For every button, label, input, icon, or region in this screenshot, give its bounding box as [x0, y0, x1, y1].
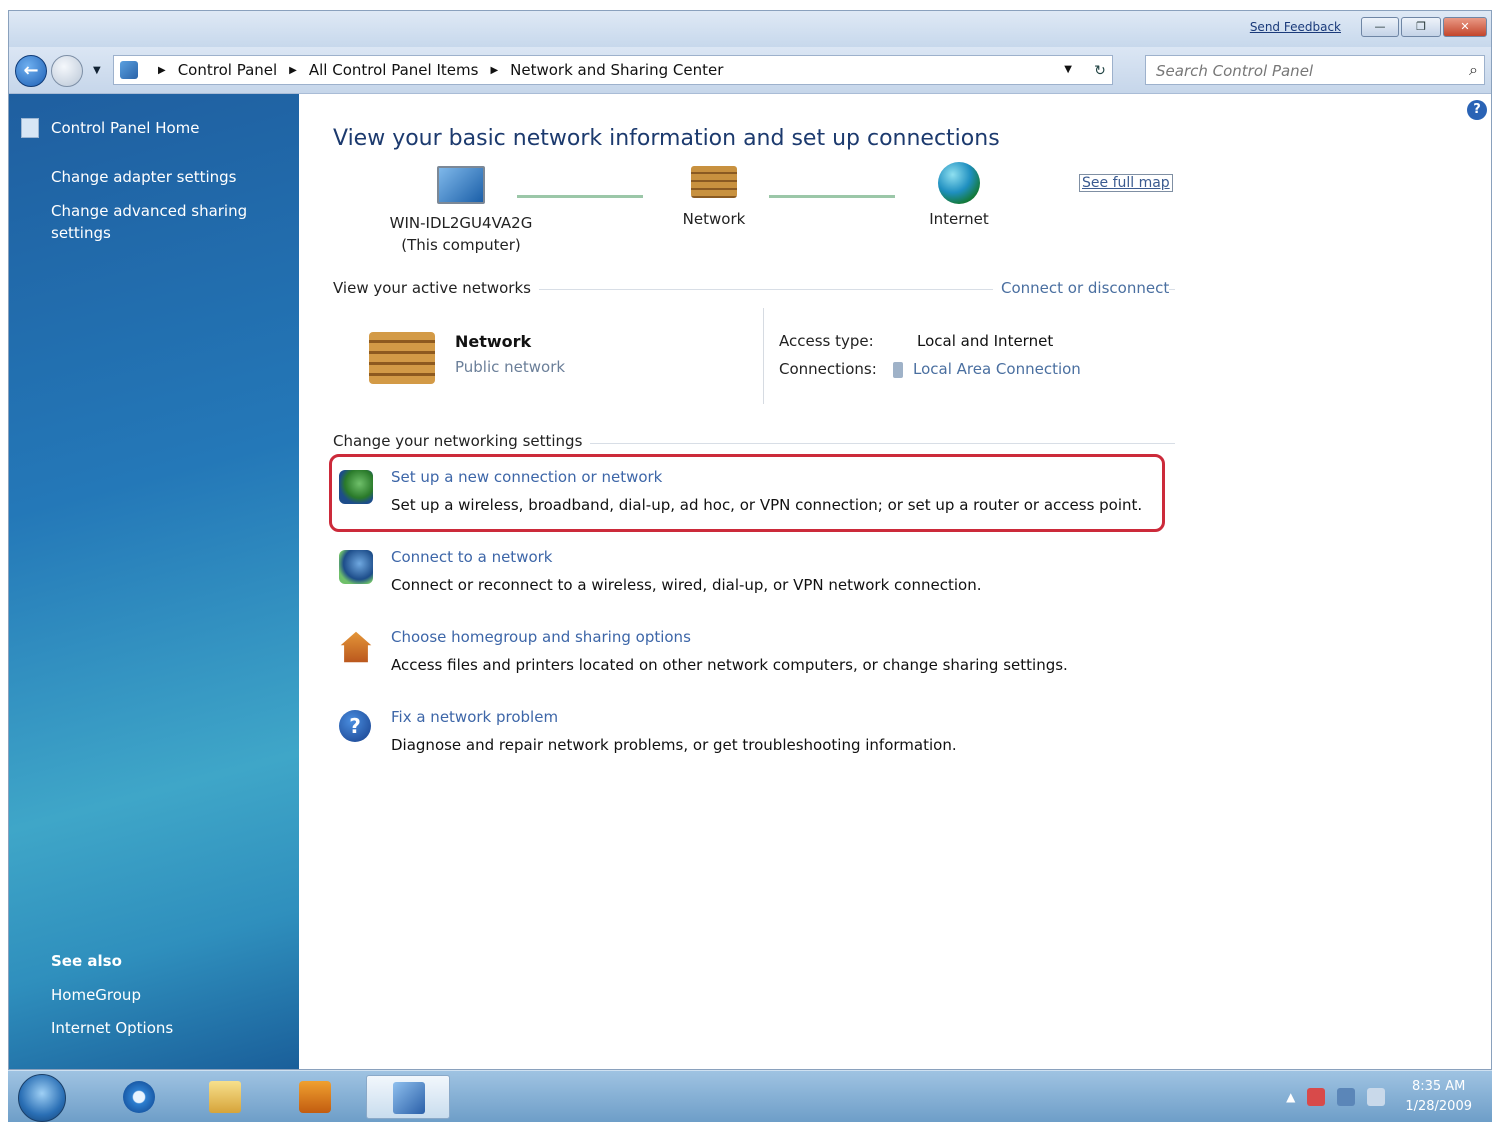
- volume-icon[interactable]: [1367, 1088, 1386, 1106]
- homegroup-link[interactable]: Choose homegroup and sharing options: [391, 628, 691, 646]
- network-sharing-center-window: Send Feedback — ❐ ✕ ← ▼ ▶ Control Panel …: [8, 10, 1492, 1070]
- fix-problem-link[interactable]: Fix a network problem: [391, 708, 558, 726]
- folder-icon: [209, 1081, 241, 1113]
- active-network-name: Network: [455, 332, 532, 351]
- access-type-value: Local and Internet: [917, 332, 1054, 350]
- breadcrumb-control-panel[interactable]: Control Panel: [178, 61, 277, 79]
- network-setup-icon: [339, 470, 373, 504]
- chevron-right-icon[interactable]: ▶: [490, 65, 498, 76]
- connect-network-description: Connect or reconnect to a wireless, wire…: [391, 576, 982, 594]
- help-icon[interactable]: ?: [1467, 100, 1487, 120]
- fix-problem-description: Diagnose and repair network problems, or…: [391, 736, 957, 754]
- active-networks-title: View your active networks: [333, 279, 539, 297]
- main-content: ? View your basic network information an…: [299, 94, 1491, 1069]
- sidebar-item-homegroup[interactable]: HomeGroup: [51, 986, 141, 1004]
- see-also-heading: See also: [51, 952, 122, 970]
- setup-connection-link[interactable]: Set up a new connection or network: [391, 468, 662, 486]
- network-center-icon: [393, 1082, 425, 1114]
- title-bar: Send Feedback — ❐ ✕: [9, 11, 1491, 47]
- computer-name: WIN-IDL2GU4VA2G: [389, 214, 533, 232]
- map-node-internet[interactable]: Internet: [899, 162, 1019, 230]
- globe-icon: [938, 162, 980, 204]
- recent-pages-dropdown-icon[interactable]: ▼: [93, 65, 101, 76]
- sidebar: Control Panel Home Change adapter settin…: [9, 94, 299, 1069]
- computer-note: (This computer): [401, 236, 521, 254]
- maximize-button[interactable]: ❐: [1401, 17, 1441, 37]
- sidebar-item-adapter-settings[interactable]: Change adapter settings: [51, 166, 271, 188]
- chevron-right-icon[interactable]: ▶: [289, 65, 297, 76]
- map-link-line: [769, 195, 895, 198]
- show-hidden-icons-icon[interactable]: ▲: [1286, 1090, 1295, 1104]
- connections-link[interactable]: Local Area Connection: [893, 360, 1081, 378]
- sidebar-item-advanced-sharing[interactable]: Change advanced sharing settings: [51, 200, 261, 244]
- forward-button[interactable]: [51, 55, 83, 87]
- homegroup-icon: [340, 631, 372, 663]
- taskbar-app-explorer[interactable]: [194, 1075, 256, 1119]
- internet-explorer-icon: [123, 1081, 155, 1113]
- sidebar-home-link[interactable]: Control Panel Home: [21, 118, 200, 138]
- connect-disconnect-link[interactable]: Connect or disconnect: [993, 279, 1170, 297]
- taskbar-app-control-panel[interactable]: [366, 1075, 450, 1119]
- address-dropdown-icon[interactable]: ▼: [1064, 64, 1072, 75]
- send-feedback-link[interactable]: Send Feedback: [1250, 20, 1341, 34]
- highlight-box: [329, 454, 1165, 532]
- search-input[interactable]: Search Control Panel ⌕: [1145, 55, 1485, 85]
- clock-date: 1/28/2009: [1405, 1099, 1472, 1114]
- clock[interactable]: 8:35 AM 1/28/2009: [1405, 1077, 1472, 1117]
- see-full-map-link[interactable]: See full map: [1079, 174, 1173, 192]
- troubleshoot-help-icon: ?: [339, 710, 371, 742]
- internet-label: Internet: [929, 210, 989, 228]
- breadcrumb[interactable]: ▶ Control Panel ▶ All Control Panel Item…: [113, 55, 1113, 85]
- system-tray: ▲ 8:35 AM 1/28/2009: [1286, 1075, 1472, 1119]
- access-type-label: Access type:: [779, 332, 874, 350]
- taskbar-app-internet-explorer[interactable]: [108, 1075, 170, 1119]
- start-button[interactable]: [18, 1074, 66, 1122]
- connect-network-link[interactable]: Connect to a network: [391, 548, 553, 566]
- connections-value: Local Area Connection: [913, 360, 1081, 378]
- network-tray-icon[interactable]: [1337, 1088, 1356, 1106]
- back-button[interactable]: ←: [15, 55, 47, 87]
- computer-icon: [437, 166, 485, 204]
- homegroup-description: Access files and printers located on oth…: [391, 656, 1068, 674]
- sidebar-item-internet-options[interactable]: Internet Options: [51, 1019, 173, 1037]
- map-link-line: [517, 195, 643, 198]
- taskbar-app-media-player[interactable]: [284, 1075, 346, 1119]
- close-button[interactable]: ✕: [1443, 17, 1487, 37]
- control-panel-icon: [120, 61, 138, 79]
- active-network-type-link[interactable]: Public network: [455, 358, 565, 376]
- page-title: View your basic network information and …: [333, 126, 1000, 151]
- chevron-right-icon[interactable]: ▶: [158, 65, 166, 76]
- ethernet-icon: [893, 361, 903, 378]
- search-placeholder: Search Control Panel: [1156, 62, 1314, 80]
- minimize-button[interactable]: —: [1361, 17, 1399, 37]
- divider: [763, 308, 764, 404]
- search-icon[interactable]: ⌕: [1469, 60, 1478, 80]
- setup-connection-description: Set up a wireless, broadband, dial-up, a…: [391, 496, 1143, 514]
- map-node-network[interactable]: Network: [649, 166, 779, 230]
- breadcrumb-network-sharing[interactable]: Network and Sharing Center: [510, 61, 723, 79]
- network-label: Network: [682, 210, 746, 228]
- connections-label: Connections:: [779, 360, 877, 378]
- connect-network-icon: [339, 550, 373, 584]
- refresh-icon[interactable]: ↻: [1085, 58, 1115, 84]
- taskbar: ▲ 8:35 AM 1/28/2009: [8, 1070, 1492, 1122]
- breadcrumb-all-items[interactable]: All Control Panel Items: [309, 61, 479, 79]
- map-node-computer[interactable]: WIN-IDL2GU4VA2G (This computer): [371, 166, 551, 256]
- control-panel-home-icon: [21, 118, 39, 138]
- action-center-icon[interactable]: [1307, 1088, 1326, 1106]
- settings-title: Change your networking settings: [333, 432, 591, 450]
- address-toolbar: ← ▼ ▶ Control Panel ▶ All Control Panel …: [9, 47, 1491, 94]
- media-player-icon: [299, 1081, 331, 1113]
- public-network-bench-icon: [369, 332, 435, 384]
- network-bench-icon: [691, 166, 737, 198]
- clock-time: 8:35 AM: [1411, 1079, 1466, 1094]
- sidebar-home-label: Control Panel Home: [51, 119, 200, 137]
